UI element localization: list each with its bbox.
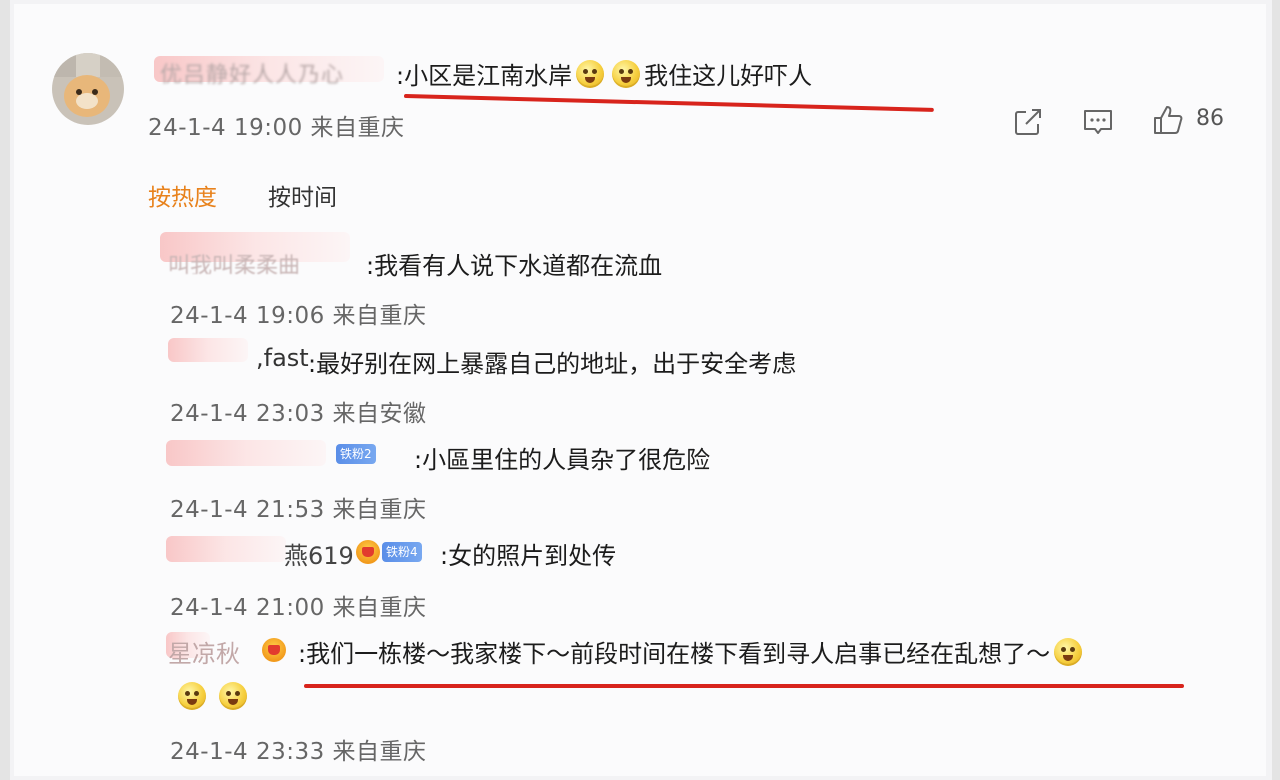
reply-text-body: :我们一栋楼～我家楼下～前段时间在楼下看到寻人启事已经在乱想了～ — [298, 640, 1051, 668]
main-comment-text: :小区是江南水岸 我住这儿好吓人 — [396, 56, 812, 91]
reply-username[interactable]: 叫我叫柔柔曲 — [168, 248, 368, 274]
location: 来自重庆 — [332, 497, 427, 523]
cry-emoji-icon — [219, 682, 248, 710]
like-count: 86 — [1196, 106, 1224, 131]
tab-sort-time[interactable]: 按时间 — [268, 178, 337, 212]
reply-username[interactable]: 燕619 — [284, 536, 354, 571]
blurred-username — [166, 536, 286, 562]
reply-meta: 24-1-4 21:53 来自重庆 — [170, 490, 427, 524]
reply-text: :小區里住的人員杂了很危险 — [414, 446, 711, 474]
timestamp: 24-1-4 19:06 — [170, 303, 325, 329]
emoji-row — [174, 682, 251, 710]
timestamp: 24-1-4 23:33 — [170, 739, 325, 765]
crown-icon — [356, 540, 380, 564]
location: 来自安徽 — [332, 401, 427, 427]
reply-meta: 24-1-4 19:06 来自重庆 — [170, 296, 427, 330]
reply-meta: 24-1-4 23:33 来自重庆 — [170, 732, 427, 766]
reply-text: :我们一栋楼～我家楼下～前段时间在楼下看到寻人启事已经在乱想了～ — [298, 634, 1086, 669]
red-underline-reply — [304, 684, 1184, 688]
like-icon[interactable] — [1152, 104, 1184, 136]
blurred-username — [166, 440, 326, 466]
left-edge — [0, 0, 10, 780]
location: 来自重庆 — [332, 739, 427, 765]
reply-username[interactable]: ,fast — [256, 344, 309, 372]
main-comment-meta: 24-1-4 19:00 来自重庆 — [148, 108, 405, 142]
reply-meta: 24-1-4 21:00 来自重庆 — [170, 588, 427, 622]
right-edge — [1272, 0, 1280, 780]
timestamp: 24-1-4 23:03 — [170, 401, 325, 427]
username-main[interactable]: 优吕静好人人乃心 — [160, 57, 344, 89]
location: 来自重庆 — [332, 595, 427, 621]
cry-emoji-icon — [1054, 637, 1083, 666]
timestamp: 24-1-4 19:00 — [148, 115, 303, 141]
timestamp: 24-1-4 21:53 — [170, 497, 325, 523]
avatar[interactable] — [52, 53, 124, 125]
comment-icon[interactable] — [1082, 106, 1114, 138]
reply-text: :我看有人说下水道都在流血 — [366, 252, 663, 280]
main-comment-text-part2: 我住这儿好吓人 — [644, 62, 813, 90]
cry-emoji-icon — [178, 682, 206, 710]
reply-username[interactable]: 星凉秋 — [168, 634, 240, 669]
fan-badge: 铁粉2 — [336, 444, 376, 464]
reply-text: :最好别在网上暴露自己的地址，出于安全考虑 — [308, 350, 797, 378]
tab-sort-hot[interactable]: 按热度 — [148, 178, 217, 212]
timestamp: 24-1-4 21:00 — [170, 595, 325, 621]
location: 来自重庆 — [332, 303, 427, 329]
reply-text: :女的照片到处传 — [440, 542, 617, 570]
location: 来自重庆 — [310, 115, 405, 141]
crown-icon — [262, 638, 286, 662]
cry-emoji-icon — [576, 59, 605, 88]
screen: 优吕静好人人乃心 :小区是江南水岸 我住这儿好吓人 24-1-4 19:00 来… — [0, 0, 1280, 780]
cry-emoji-icon — [612, 59, 641, 88]
reply-meta: 24-1-4 23:03 来自安徽 — [170, 394, 427, 428]
fan-badge: 铁粉4 — [382, 542, 422, 562]
share-icon[interactable] — [1012, 106, 1044, 138]
blurred-username — [168, 338, 248, 362]
main-comment-text-part1: :小区是江南水岸 — [396, 62, 573, 90]
